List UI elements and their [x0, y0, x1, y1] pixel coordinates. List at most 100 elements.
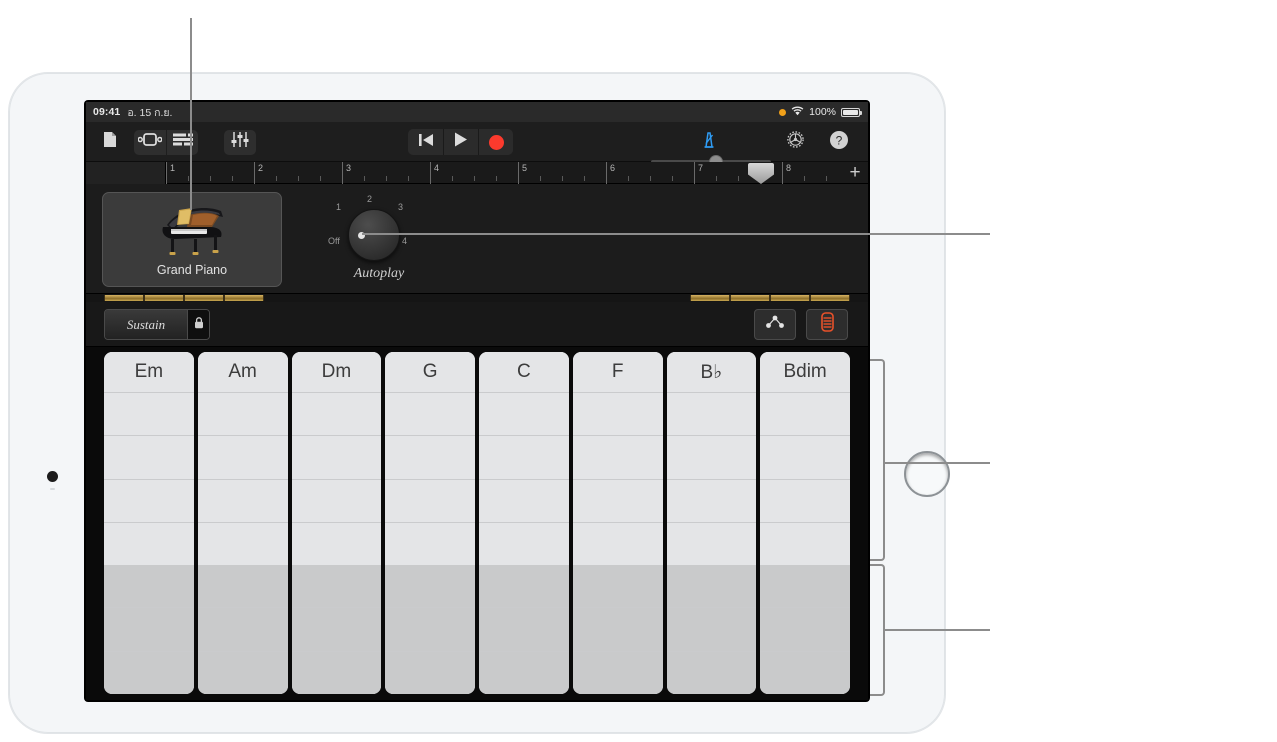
chord-strip-bass-row[interactable]	[479, 607, 569, 651]
view-mode-segmented	[134, 129, 198, 155]
play-icon	[454, 132, 468, 152]
status-bar-left: 09:41 อ. 15 ก.ย.	[86, 104, 172, 121]
chord-strip-row[interactable]	[479, 392, 569, 436]
chord-strip-bass-row[interactable]	[197, 565, 288, 608]
chord-strip-bass-row[interactable]	[760, 607, 850, 651]
rewind-button[interactable]	[408, 129, 443, 155]
chord-strip-bass-row[interactable]	[291, 650, 382, 694]
add-track-button[interactable]: +	[846, 163, 864, 182]
chord-strip-row[interactable]	[666, 478, 757, 522]
autoplay-control[interactable]: Off 1 2 3 4 Autoplay	[314, 194, 444, 286]
instrument-card[interactable]: Grand Piano	[102, 192, 282, 287]
chord-strip[interactable]: G	[385, 352, 475, 694]
chord-strip-row[interactable]	[760, 521, 850, 566]
chord-strip-bass-row[interactable]	[572, 565, 663, 608]
chord-strip-row[interactable]	[666, 392, 757, 436]
sustain-button[interactable]: Sustain	[105, 310, 187, 339]
chord-strip-row[interactable]	[197, 521, 288, 566]
chord-strip-bass-row[interactable]	[572, 650, 663, 694]
chord-strip-row[interactable]	[760, 392, 850, 436]
chords-view-button[interactable]	[754, 309, 796, 340]
ruler-tick	[232, 176, 233, 181]
chord-strip-bass-row[interactable]	[666, 607, 757, 651]
chord-strip-row[interactable]	[479, 521, 569, 566]
track-view-button[interactable]	[134, 130, 166, 155]
chord-strip-row[interactable]	[479, 478, 569, 522]
chord-strip[interactable]: C	[479, 352, 569, 694]
chord-strip[interactable]: Dm	[291, 352, 382, 694]
chord-strip-bass-row[interactable]	[760, 650, 850, 694]
chord-strip-row[interactable]	[479, 435, 569, 479]
chord-strip[interactable]: F	[572, 352, 663, 694]
mixer-faders-button[interactable]	[224, 129, 256, 155]
chord-strip-row[interactable]	[104, 478, 194, 522]
callout-bracket-chord-upper	[870, 359, 885, 561]
chord-strip-row[interactable]	[666, 521, 757, 566]
transport-controls	[408, 129, 513, 155]
ruler-bar-6: 6	[606, 162, 615, 184]
playhead-marker[interactable]	[748, 163, 774, 184]
chord-strip-row[interactable]	[291, 521, 382, 566]
chord-strip-row[interactable]	[291, 435, 382, 479]
chord-strip-bass-row[interactable]	[572, 607, 663, 651]
chord-strip-row[interactable]	[291, 478, 382, 522]
chord-strip-bass-row[interactable]	[197, 650, 288, 694]
chord-strip[interactable]: Am	[197, 352, 288, 694]
chord-strip-row[interactable]	[572, 392, 663, 436]
ruler-bars[interactable]: 1 2 3 4 5 6 7 8	[166, 162, 844, 184]
play-button[interactable]	[443, 129, 478, 155]
record-button[interactable]	[478, 129, 513, 155]
chord-strip-row[interactable]	[666, 435, 757, 479]
timeline-ruler[interactable]: 1 2 3 4 5 6 7 8 +	[86, 162, 868, 184]
chord-strip-row[interactable]	[760, 435, 850, 479]
chord-strip-row[interactable]	[104, 392, 194, 436]
chord-strip-row[interactable]	[760, 478, 850, 522]
home-button[interactable]	[47, 471, 58, 482]
sustain-lock-button[interactable]	[187, 310, 209, 339]
chord-strip-bass-row[interactable]	[666, 650, 757, 694]
keyboard-view-button[interactable]	[806, 309, 848, 340]
chord-strip-bass-row[interactable]	[291, 565, 382, 608]
autoplay-knob[interactable]	[348, 209, 400, 261]
toolbar-transport-group	[408, 122, 513, 162]
metronome-button[interactable]	[694, 130, 724, 155]
chord-strip-bass-row[interactable]	[385, 607, 475, 651]
chord-strip-bass-row[interactable]	[104, 565, 194, 608]
chord-strip-bass-row[interactable]	[479, 565, 569, 608]
chord-strip-bass-row[interactable]	[666, 565, 757, 608]
chord-strip-row[interactable]	[385, 478, 475, 522]
chord-strip-row[interactable]	[104, 521, 194, 566]
chord-strip-bass-row[interactable]	[479, 650, 569, 694]
chord-strip-row[interactable]	[572, 521, 663, 566]
document-button[interactable]	[94, 130, 126, 155]
chord-strip-row[interactable]	[197, 478, 288, 522]
tracks-list-button[interactable]	[166, 129, 198, 155]
view-toggle-buttons	[754, 309, 848, 340]
chord-strip-bass-row[interactable]	[197, 607, 288, 651]
chord-strip[interactable]: B♭	[666, 352, 757, 694]
chord-strip-label: C	[479, 352, 569, 392]
chord-strip-row[interactable]	[385, 521, 475, 566]
callout-to-autoplay-knob	[362, 233, 990, 235]
settings-button[interactable]	[780, 130, 810, 155]
chord-strip-label: Am	[197, 352, 288, 392]
chord-strip-row[interactable]	[572, 478, 663, 522]
chord-strip-row[interactable]	[291, 392, 382, 436]
chord-strip-label: F	[572, 352, 663, 392]
chord-strip-bass-row[interactable]	[104, 650, 194, 694]
chord-strip-bass-row[interactable]	[104, 607, 194, 651]
chord-strip-row[interactable]	[104, 435, 194, 479]
chord-strip[interactable]: Em	[104, 352, 194, 694]
help-button[interactable]: ?	[824, 130, 854, 155]
chord-strip-row[interactable]	[197, 392, 288, 436]
chord-strip-bass-row[interactable]	[760, 565, 850, 608]
chord-strip-row[interactable]	[385, 435, 475, 479]
chord-strip-row[interactable]	[572, 435, 663, 479]
chord-strip[interactable]: Bdim	[760, 352, 850, 694]
callout-bracket-chord-lower	[870, 564, 885, 696]
chord-strip-bass-row[interactable]	[385, 565, 475, 608]
chord-strip-bass-row[interactable]	[385, 650, 475, 694]
chord-strip-row[interactable]	[197, 435, 288, 479]
chord-strip-row[interactable]	[385, 392, 475, 436]
chord-strip-bass-row[interactable]	[291, 607, 382, 651]
